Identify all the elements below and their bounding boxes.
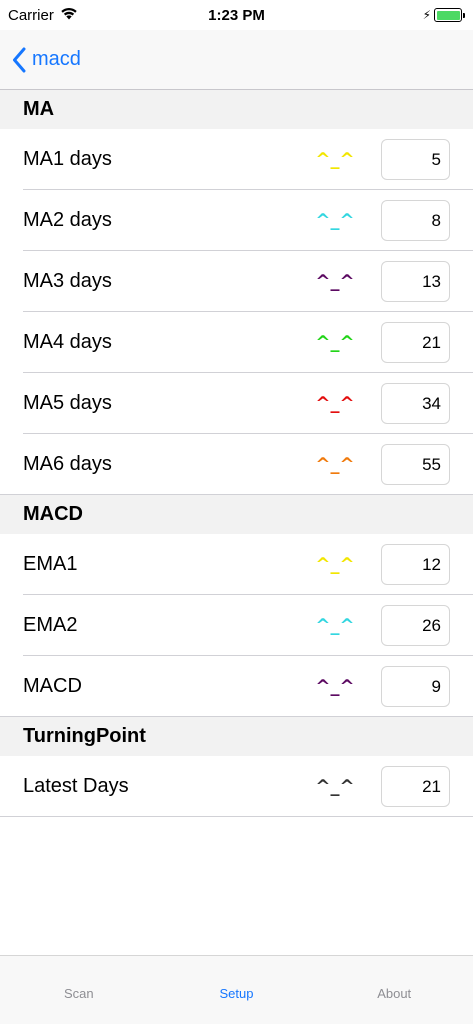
days-input[interactable] (381, 200, 450, 241)
tab-scan[interactable]: Scan (0, 956, 158, 1024)
settings-table: MAMA1 days^_^MA2 days^_^MA3 days^_^MA4 d… (0, 90, 473, 817)
carrier-label: Carrier (8, 6, 54, 24)
back-button[interactable]: macd (12, 47, 81, 73)
setting-label: MA4 days (23, 331, 112, 353)
tab-setup[interactable]: Setup (158, 956, 316, 1024)
color-face-indicator: ^_^ (315, 393, 355, 414)
color-face-indicator: ^_^ (315, 271, 355, 292)
chevron-left-icon (12, 47, 26, 73)
days-input[interactable] (381, 322, 450, 363)
setting-row: Latest Days ^_^ (0, 756, 473, 817)
days-input[interactable] (381, 766, 450, 807)
charging-icon: ⚡ (422, 8, 431, 22)
color-face-indicator: ^_^ (315, 615, 355, 636)
setting-row: MA6 days ^_^ (0, 434, 473, 495)
days-input[interactable] (381, 544, 450, 585)
setting-label: EMA2 (23, 614, 78, 636)
tab-bar: Scan Setup About (0, 955, 473, 1024)
setting-row: MA2 days ^_^ (0, 190, 473, 251)
wifi-icon (60, 7, 78, 24)
tab-label: Scan (64, 986, 94, 1001)
days-input[interactable] (381, 444, 450, 485)
setting-row: EMA1 ^_^ (0, 534, 473, 595)
setting-row: MACD ^_^ (0, 656, 473, 717)
tab-label: About (377, 986, 412, 1001)
navigation-bar: macd (0, 30, 473, 90)
color-face-indicator: ^_^ (315, 554, 355, 575)
setting-row: MA5 days ^_^ (0, 373, 473, 434)
setting-label: MA5 days (23, 392, 112, 414)
setting-label: EMA1 (23, 553, 78, 575)
status-bar: Carrier 1:23 PM ⚡ (0, 0, 473, 30)
tab-label: Setup (219, 986, 254, 1001)
days-input[interactable] (381, 139, 450, 180)
setting-label: MA1 days (23, 148, 112, 170)
battery-icon: ⚡ (423, 8, 465, 22)
status-left: Carrier (8, 7, 78, 24)
days-input[interactable] (381, 383, 450, 424)
setting-row: MA1 days ^_^ (0, 129, 473, 190)
color-face-indicator: ^_^ (315, 776, 355, 797)
section-header: MA (0, 90, 473, 129)
setting-row: MA4 days ^_^ (0, 312, 473, 373)
back-label: macd (32, 48, 81, 70)
setting-label: MA3 days (23, 270, 112, 292)
days-input[interactable] (381, 605, 450, 646)
color-face-indicator: ^_^ (315, 149, 355, 170)
setting-label: Latest Days (23, 775, 129, 797)
setting-label: MA2 days (23, 209, 112, 231)
setting-label: MA6 days (23, 453, 112, 475)
color-face-indicator: ^_^ (315, 676, 355, 697)
days-input[interactable] (381, 261, 450, 302)
days-input[interactable] (381, 666, 450, 707)
section-header: TurningPoint (0, 717, 473, 756)
color-face-indicator: ^_^ (315, 332, 355, 353)
color-face-indicator: ^_^ (315, 210, 355, 231)
battery-fill (436, 10, 460, 20)
section-header: MACD (0, 495, 473, 534)
setting-row: EMA2 ^_^ (0, 595, 473, 656)
setting-row: MA3 days ^_^ (0, 251, 473, 312)
tab-about[interactable]: About (315, 956, 473, 1024)
setting-label: MACD (23, 675, 82, 697)
color-face-indicator: ^_^ (315, 454, 355, 475)
